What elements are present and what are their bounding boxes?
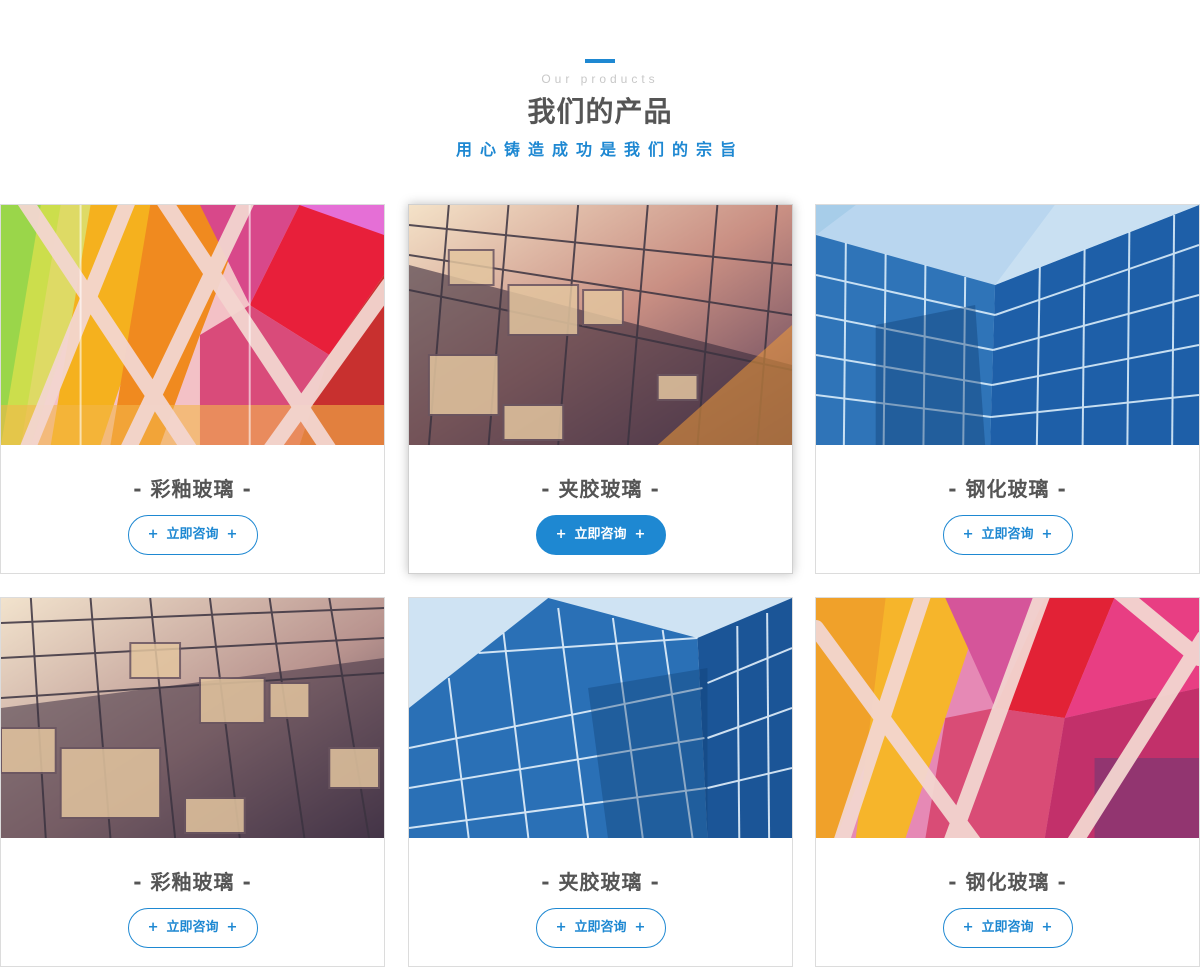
product-name: - 彩釉玻璃 - [133, 477, 252, 501]
plus-icon: + [147, 920, 159, 935]
consult-button[interactable]: + 立即咨询 + [127, 908, 258, 948]
product-card[interactable]: - 夹胶玻璃 - + 立即咨询 + [408, 597, 793, 967]
accent-bar [585, 59, 615, 63]
section-title: 我们的产品 [527, 95, 673, 128]
plus-icon: + [962, 920, 974, 935]
consult-button-label: 立即咨询 [574, 527, 627, 542]
section-header: Our products 我们的产品 用心铸造成功是我们的宗旨 [0, 0, 1200, 190]
product-card[interactable]: - 夹胶玻璃 - + 立即咨询 + [408, 204, 793, 574]
consult-button-label: 立即咨询 [981, 527, 1034, 542]
product-card[interactable]: - 彩釉玻璃 - + 立即咨询 + [0, 204, 385, 574]
plus-icon: + [634, 920, 646, 935]
product-name: - 钢化玻璃 - [948, 477, 1067, 501]
product-image[interactable] [816, 598, 1199, 838]
plus-icon: + [555, 527, 567, 542]
section-eyebrow: Our products [541, 72, 659, 86]
plus-icon: + [1041, 920, 1053, 935]
product-name: - 彩釉玻璃 - [133, 870, 252, 894]
product-name: - 夹胶玻璃 - [541, 477, 660, 501]
consult-button-label: 立即咨询 [574, 920, 627, 935]
product-image[interactable] [409, 205, 792, 445]
consult-button[interactable]: + 立即咨询 + [942, 515, 1073, 555]
product-image[interactable] [816, 205, 1199, 445]
plus-icon: + [226, 527, 238, 542]
product-image[interactable] [1, 205, 384, 445]
product-image[interactable] [1, 598, 384, 838]
plus-icon: + [226, 920, 238, 935]
plus-icon: + [555, 920, 567, 935]
product-name: - 钢化玻璃 - [948, 870, 1067, 894]
consult-button[interactable]: + 立即咨询 + [535, 515, 666, 555]
plus-icon: + [962, 527, 974, 542]
consult-button[interactable]: + 立即咨询 + [127, 515, 258, 555]
consult-button[interactable]: + 立即咨询 + [942, 908, 1073, 948]
section-subtitle: 用心铸造成功是我们的宗旨 [455, 140, 744, 159]
consult-button[interactable]: + 立即咨询 + [535, 908, 666, 948]
plus-icon: + [634, 527, 646, 542]
product-name: - 夹胶玻璃 - [541, 870, 660, 894]
plus-icon: + [1041, 527, 1053, 542]
product-card[interactable]: - 彩釉玻璃 - + 立即咨询 + [0, 597, 385, 967]
consult-button-label: 立即咨询 [166, 920, 219, 935]
product-card[interactable]: - 钢化玻璃 - + 立即咨询 + [815, 597, 1200, 967]
plus-icon: + [147, 527, 159, 542]
product-image[interactable] [409, 598, 792, 838]
product-card[interactable]: - 钢化玻璃 - + 立即咨询 + [815, 204, 1200, 574]
consult-button-label: 立即咨询 [981, 920, 1034, 935]
consult-button-label: 立即咨询 [166, 527, 219, 542]
